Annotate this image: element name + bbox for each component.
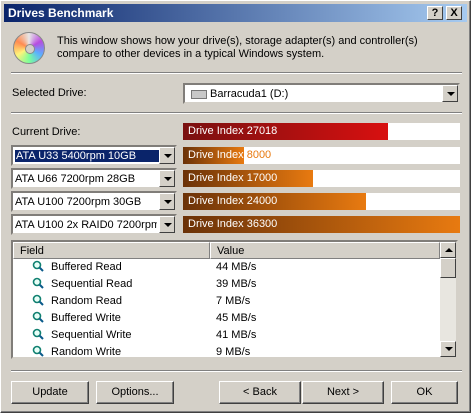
help-button[interactable]: ? [427, 6, 443, 20]
back-button[interactable]: < Back [219, 381, 301, 404]
bar-label: Drive Index [188, 218, 244, 230]
comparison-bar: Drive Index 24000 [183, 193, 460, 210]
row-value: 41 MB/s [216, 329, 257, 341]
chevron-down-icon[interactable] [159, 193, 175, 210]
list-item[interactable]: Sequential Read 39 MB/s [13, 276, 440, 293]
magnifier-icon [32, 294, 44, 306]
comparison-bar: Drive Index 17000 [183, 170, 460, 187]
magnifier-icon [32, 260, 44, 272]
comparison-device-combo[interactable]: ATA U33 5400rpm 10GB [11, 145, 177, 166]
list-item[interactable]: Sequential Write 41 MB/s [13, 327, 440, 344]
list-item[interactable]: Buffered Write 45 MB/s [13, 310, 440, 327]
row-field: Buffered Read [51, 261, 122, 273]
bar-value: 17000 [246, 172, 278, 184]
chevron-down-icon[interactable] [442, 85, 458, 102]
scroll-down-icon[interactable] [440, 341, 456, 357]
options-button[interactable]: Options... [96, 381, 174, 404]
divider [11, 72, 462, 74]
row-field: Sequential Read [51, 278, 133, 290]
row-field: Random Read [51, 295, 122, 307]
current-drive-bar: Drive Index 27018 [183, 123, 460, 140]
current-drive-label: Current Drive: [12, 126, 81, 138]
intro-text: This window shows how your drive(s), sto… [57, 35, 418, 60]
results-list[interactable]: Field Value Buffered Read 44 MB/s Sequen… [11, 240, 458, 359]
selected-drive-label: Selected Drive: [12, 87, 87, 99]
magnifier-icon [32, 345, 44, 357]
row-value: 45 MB/s [216, 312, 257, 324]
comparison-bar: Drive Index 36300 [183, 216, 460, 233]
bar-label: Drive Index [188, 149, 244, 161]
bar-value: 24000 [246, 195, 278, 207]
title-bar[interactable]: Drives Benchmark ? X [4, 4, 467, 22]
current-drive-bar-text: Drive Index 27018 [188, 125, 277, 137]
drives-benchmark-window: Drives Benchmark ? X This window shows h… [0, 0, 471, 413]
row-field: Random Write [51, 346, 122, 358]
selected-drive-value: Barracuda1 (D:) [210, 88, 289, 100]
comparison-device-value: ATA U100 2x RAID0 7200rpm [15, 219, 157, 231]
close-button[interactable]: X [446, 6, 462, 20]
scroll-up-icon[interactable] [440, 242, 456, 258]
comparison-device-value: ATA U66 7200rpm 28GB [15, 173, 136, 185]
comparison-device-value: ATA U100 7200rpm 30GB [15, 196, 142, 208]
row-value: 44 MB/s [216, 261, 257, 273]
comparison-bar-text: Drive Index 24000 [188, 195, 277, 207]
cd-disc-icon [13, 32, 45, 64]
ok-button[interactable]: OK [391, 381, 458, 404]
comparison-bar-text: Drive Index 17000 [188, 172, 277, 184]
row-value: 9 MB/s [216, 346, 251, 358]
column-header-label: Value [217, 245, 245, 257]
list-item[interactable]: Buffered Read 44 MB/s [13, 259, 440, 276]
magnifier-icon [32, 328, 44, 340]
scroll-thumb[interactable] [440, 258, 456, 278]
chevron-down-icon[interactable] [159, 216, 175, 233]
chevron-down-icon[interactable] [159, 170, 175, 187]
row-field: Sequential Write [51, 329, 132, 341]
comparison-device-value: ATA U33 5400rpm 10GB [15, 150, 159, 162]
list-item[interactable]: Random Read 7 MB/s [13, 293, 440, 310]
row-value: 39 MB/s [216, 278, 257, 290]
comparison-bar: Drive Index 8000 [183, 147, 460, 164]
comparison-bar-text: Drive Index 36300 [188, 218, 277, 230]
comparison-device-combo[interactable]: ATA U100 7200rpm 30GB [11, 191, 177, 212]
column-header-label: Field [20, 245, 44, 257]
comparison-bar-text: Drive Index 8000 [188, 149, 271, 161]
comparison-device-combo[interactable]: ATA U100 2x RAID0 7200rpm [11, 214, 177, 235]
column-header-field[interactable]: Field [13, 242, 210, 259]
bar-label: Drive Index [188, 172, 244, 184]
bar-value: 8000 [246, 149, 272, 161]
bar-label: Drive Index [188, 195, 244, 207]
window-title: Drives Benchmark [8, 6, 114, 20]
chevron-down-icon[interactable] [159, 147, 175, 164]
selected-drive-combo[interactable]: Barracuda1 (D:) [183, 83, 460, 104]
row-field: Buffered Write [51, 312, 121, 324]
hard-drive-icon [191, 89, 207, 99]
magnifier-icon [32, 311, 44, 323]
magnifier-icon [32, 277, 44, 289]
bar-value: 27018 [246, 125, 278, 137]
bar-value: 36300 [246, 218, 278, 230]
comparison-device-combo[interactable]: ATA U66 7200rpm 28GB [11, 168, 177, 189]
vertical-scrollbar[interactable] [440, 242, 456, 357]
next-button[interactable]: Next > [302, 381, 384, 404]
divider [11, 112, 462, 114]
column-header-value[interactable]: Value [210, 242, 440, 259]
divider [11, 370, 462, 372]
row-value: 7 MB/s [216, 295, 251, 307]
list-item[interactable]: Random Write 9 MB/s [13, 344, 440, 358]
bar-label: Drive Index [188, 125, 244, 137]
update-button[interactable]: Update [11, 381, 89, 404]
